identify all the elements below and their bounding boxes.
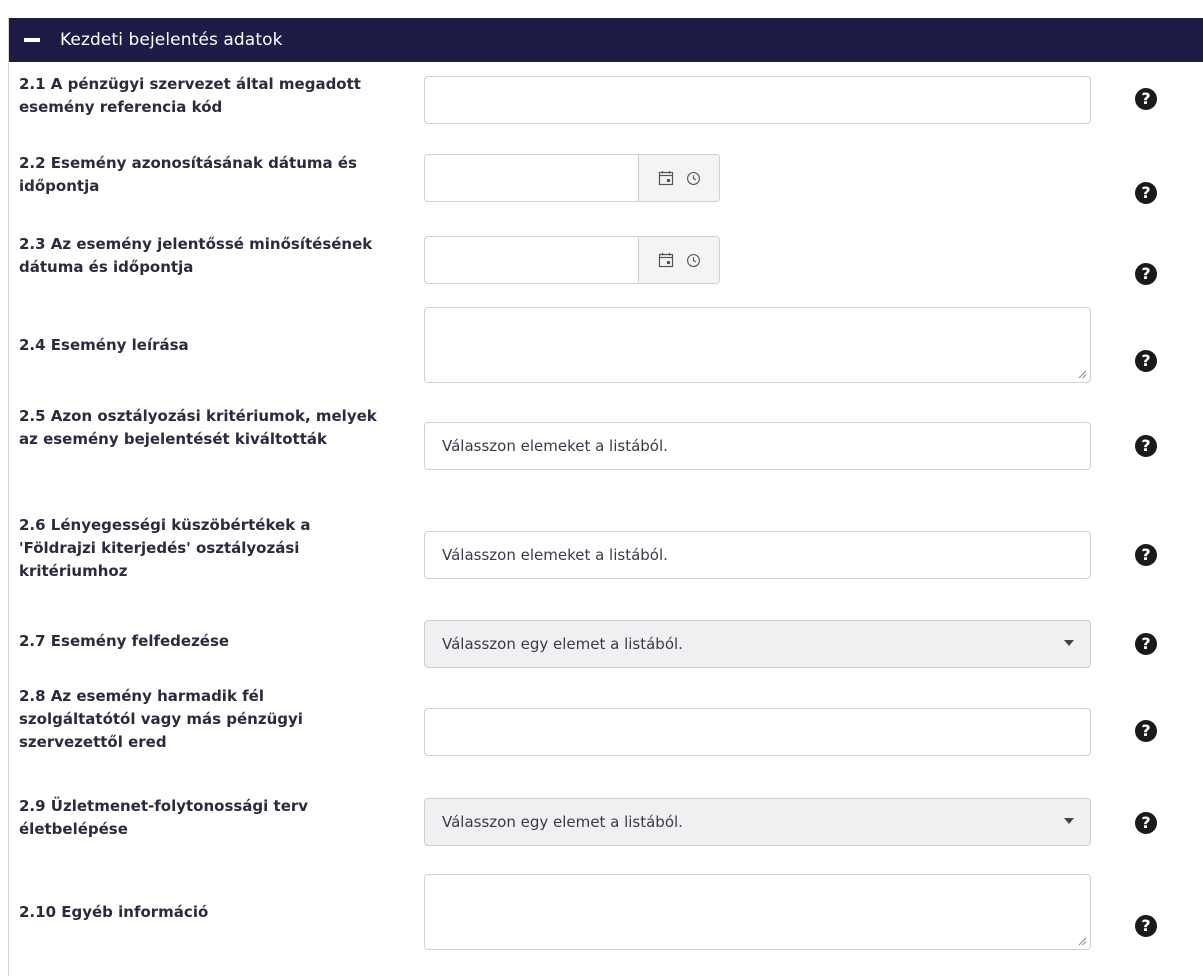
calendar-icon[interactable] (658, 170, 674, 186)
event-discovery-select[interactable]: Válasszon egy elemet a listából. (424, 620, 1091, 668)
field-label: 2.3 Az esemény jelentőssé minősítésének … (19, 235, 373, 276)
datetime-addon[interactable] (638, 237, 719, 283)
third-party-origin-input[interactable] (424, 708, 1091, 756)
datetime-addon[interactable] (638, 155, 719, 201)
business-continuity-select[interactable]: Válasszon egy elemet a listából. (424, 798, 1091, 846)
question-circle-icon[interactable]: ? (1135, 633, 1157, 655)
reference-code-input[interactable] (424, 76, 1091, 124)
question-circle-icon[interactable]: ? (1135, 435, 1157, 457)
field-label: 2.10 Egyéb információ (19, 903, 209, 921)
field-label: 2.6 Lényegességi küszöbértékek a 'Földra… (19, 516, 311, 580)
other-information-textarea[interactable] (424, 874, 1091, 950)
resize-grip-icon[interactable] (1077, 936, 1087, 946)
question-circle-icon[interactable]: ? (1135, 544, 1157, 566)
panel-header[interactable]: Kezdeti bejelentés adatok (9, 18, 1203, 62)
question-circle-icon[interactable]: ? (1135, 720, 1157, 742)
field-label: 2.4 Esemény leírása (19, 336, 189, 354)
initial-report-panel: Kezdeti bejelentés adatok 2.1 A pénzügyi… (8, 18, 1203, 976)
panel-title: Kezdeti bejelentés adatok (60, 30, 283, 50)
field-label: 2.2 Esemény azonosításának dátuma és idő… (19, 154, 357, 195)
identification-datetime-input[interactable] (425, 155, 638, 201)
classification-criteria-multiselect[interactable]: Válasszon elemeket a listából. (424, 422, 1091, 470)
question-circle-icon[interactable]: ? (1135, 812, 1157, 834)
minus-icon[interactable] (24, 32, 40, 48)
calendar-icon[interactable] (658, 252, 674, 268)
materiality-thresholds-multiselect[interactable]: Válasszon elemeket a listából. (424, 531, 1091, 579)
clock-icon[interactable] (686, 253, 701, 268)
resize-grip-icon[interactable] (1077, 369, 1087, 379)
field-label: 2.8 Az esemény harmadik fél szolgáltatót… (19, 687, 303, 751)
significance-datetime-picker (424, 236, 720, 284)
select-value: Válasszon egy elemet a listából. (442, 813, 683, 831)
caret-down-icon (1064, 818, 1074, 824)
event-description-textarea[interactable] (424, 307, 1091, 383)
caret-down-icon (1064, 640, 1074, 646)
field-label: 2.1 A pénzügyi szervezet által megadott … (19, 75, 361, 116)
significance-datetime-input[interactable] (425, 237, 638, 283)
select-value: Válasszon egy elemet a listából. (442, 635, 683, 653)
question-circle-icon[interactable]: ? (1135, 915, 1157, 937)
question-circle-icon[interactable]: ? (1135, 182, 1157, 204)
identification-datetime-picker (424, 154, 720, 202)
question-circle-icon[interactable]: ? (1135, 263, 1157, 285)
field-label: 2.5 Azon osztályozási kritériumok, melye… (19, 407, 377, 448)
field-label: 2.7 Esemény felfedezése (19, 632, 230, 650)
question-circle-icon[interactable]: ? (1135, 350, 1157, 372)
field-label: 2.9 Üzletmenet-folytonossági terv életbe… (19, 797, 309, 838)
clock-icon[interactable] (686, 171, 701, 186)
question-circle-icon[interactable]: ? (1135, 88, 1157, 110)
